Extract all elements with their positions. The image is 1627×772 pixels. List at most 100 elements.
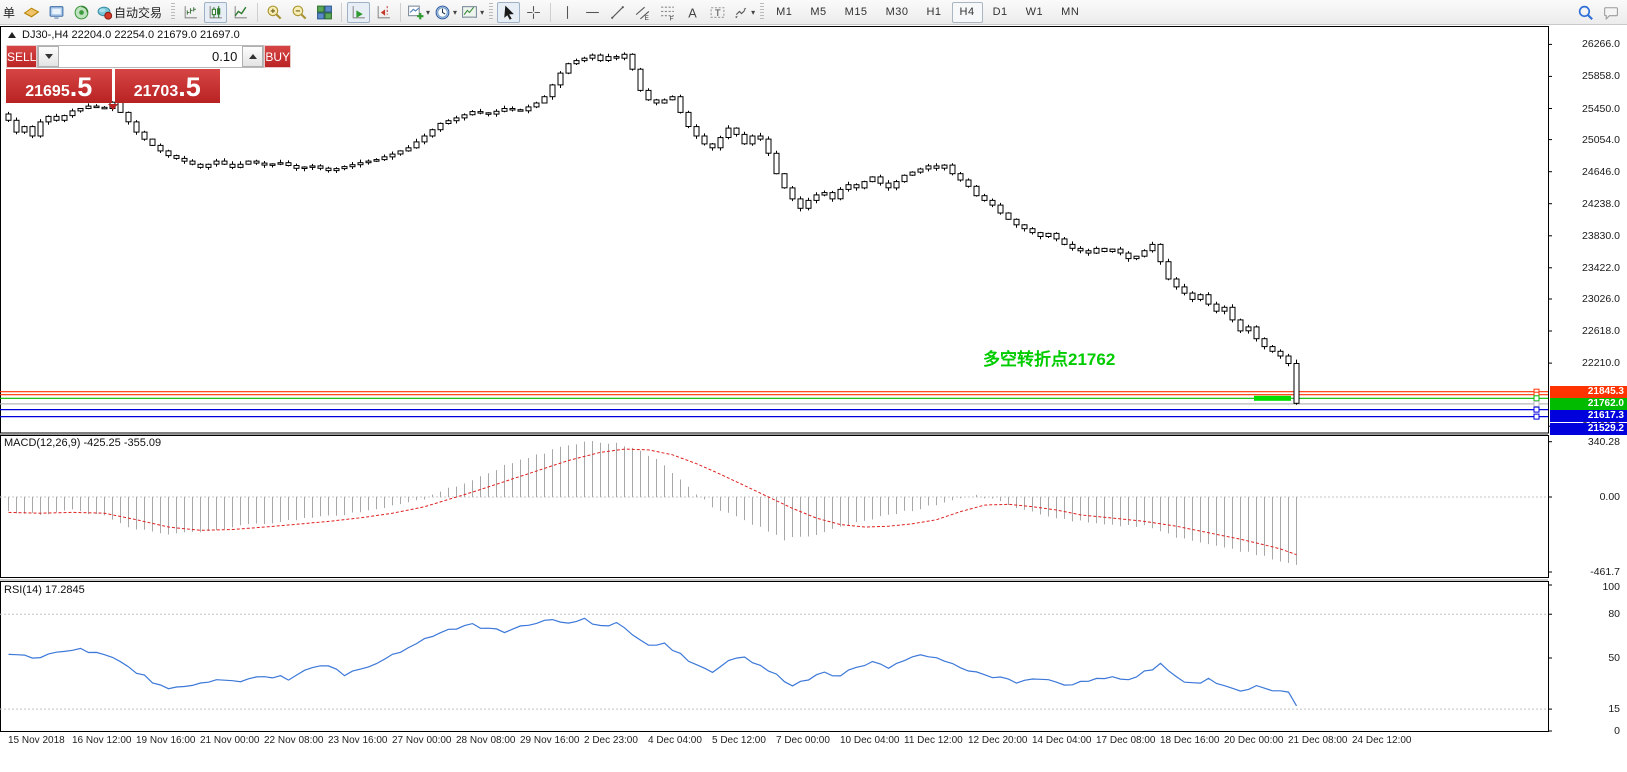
rsi-label: RSI(14) 17.2845	[4, 584, 85, 596]
candle-body	[534, 103, 539, 107]
chart-annotation: 多空转折点21762	[983, 345, 1115, 370]
candle-body	[926, 166, 931, 169]
candle-body	[614, 57, 619, 59]
buy-price-pips: .5	[178, 72, 201, 102]
candle-body	[718, 138, 723, 148]
candle-body	[1086, 251, 1091, 253]
sell-button[interactable]: SELL	[6, 45, 37, 68]
macd-label: MACD(12,26,9) -425.25 -355.09	[4, 437, 161, 449]
buy-price-main: 21703	[134, 83, 179, 101]
time-axis-label: 10 Dec 04:00	[840, 735, 900, 746]
candle-body	[1270, 347, 1275, 352]
candle-body	[1102, 248, 1107, 251]
candle-body	[766, 139, 771, 153]
candle-body	[1110, 249, 1115, 251]
price-axis-label: 24646.0	[1552, 166, 1623, 178]
candle-body	[558, 73, 563, 85]
candle-body	[734, 128, 739, 134]
price-axis-label: 26266.0	[1552, 38, 1623, 50]
time-axis-label: 19 Nov 16:00	[136, 735, 196, 746]
time-axis-label: 20 Dec 00:00	[1224, 735, 1284, 746]
candle-body	[678, 97, 683, 113]
candle-body	[774, 153, 779, 173]
candle-body	[838, 189, 843, 198]
collapse-icon[interactable]	[8, 32, 16, 38]
mt4-window: 单 自动交易 E F A T M1M5M15	[0, 0, 1627, 772]
candle-body	[238, 164, 243, 167]
candle-body	[846, 185, 851, 190]
candle-body	[158, 145, 163, 151]
candle-body	[862, 182, 867, 188]
candle-body	[310, 166, 315, 168]
price-tag: 21845.3	[1550, 386, 1627, 398]
candle-body	[1070, 244, 1075, 248]
macd-signal-line	[9, 449, 1297, 555]
candle-body	[750, 136, 755, 144]
sell-price[interactable]: 21695.5	[6, 69, 112, 103]
rsi-axis-label: 100	[1552, 581, 1623, 593]
candle-body	[1094, 248, 1099, 253]
price-axis-label: 24238.0	[1552, 198, 1623, 210]
candle-body	[1262, 339, 1267, 347]
candle-body	[974, 186, 979, 195]
candle-body	[918, 169, 923, 172]
candle-body	[870, 177, 875, 182]
price-axis-label: 25450.0	[1552, 103, 1623, 115]
chart-canvas[interactable]	[0, 0, 1627, 772]
candle-body	[182, 158, 187, 161]
candle-body	[206, 164, 211, 167]
price-axis-label: 23026.0	[1552, 293, 1623, 305]
candle-body	[814, 195, 819, 201]
macd-indicator	[0, 441, 1548, 565]
candle-body	[550, 85, 555, 97]
time-axis-label: 28 Nov 08:00	[456, 735, 516, 746]
candle-body	[1182, 287, 1187, 293]
candle-body	[142, 132, 147, 139]
candle-body	[638, 69, 643, 90]
time-axis-label: 7 Dec 00:00	[776, 735, 830, 746]
candle-body	[390, 154, 395, 157]
buy-button[interactable]: BUY	[264, 45, 291, 68]
volume-increase-button[interactable]	[242, 46, 263, 67]
time-axis-label: 4 Dec 04:00	[648, 735, 702, 746]
volume-decrease-button[interactable]	[38, 46, 59, 67]
time-axis-label: 12 Dec 20:00	[968, 735, 1028, 746]
candle-body	[1174, 279, 1179, 287]
candle-body	[1054, 233, 1059, 239]
highlight-segment[interactable]	[1254, 396, 1291, 401]
candle-body	[270, 164, 275, 166]
candle-body	[222, 161, 227, 164]
candle-body	[646, 90, 651, 99]
time-axis-label: 21 Dec 08:00	[1288, 735, 1348, 746]
candle-body	[430, 130, 435, 136]
candle-body	[1014, 219, 1019, 225]
candle-body	[230, 164, 235, 167]
candle-body	[46, 116, 51, 122]
candle-body	[1254, 327, 1259, 339]
volume-input[interactable]	[59, 46, 242, 67]
time-axis-label: 15 Nov 2018	[8, 735, 65, 746]
chart-title-text: DJ30-,H4 22204.0 22254.0 21679.0 21697.0	[22, 29, 240, 41]
candle-body	[478, 112, 483, 114]
candle-body	[174, 156, 179, 159]
candle-body	[342, 167, 347, 169]
candle-body	[574, 61, 579, 64]
candle-body	[1238, 320, 1243, 331]
buy-price[interactable]: 21703.5	[115, 69, 221, 103]
panel-collapse-icon[interactable]	[108, 104, 118, 110]
candle-body	[1046, 233, 1051, 236]
candle-body	[830, 193, 835, 199]
candle-body	[446, 121, 451, 124]
candle-body	[398, 151, 403, 154]
horizontal-level-lines[interactable]	[0, 389, 1548, 419]
candle-body	[1190, 293, 1195, 299]
candle-body	[982, 196, 987, 201]
candle-body	[1198, 295, 1203, 300]
candle-body	[1222, 307, 1227, 311]
candle-body	[406, 148, 411, 151]
candle-body	[1206, 295, 1211, 304]
candle-body	[470, 112, 475, 115]
candle-body	[318, 166, 323, 168]
candle-body	[22, 127, 27, 133]
time-axis-label: 21 Nov 00:00	[200, 735, 260, 746]
